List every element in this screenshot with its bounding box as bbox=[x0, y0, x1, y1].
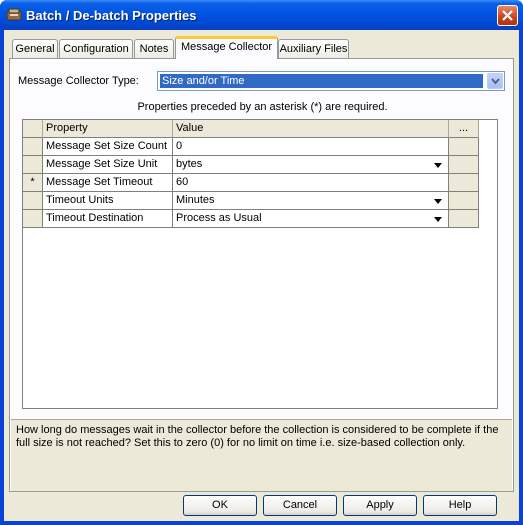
title-bar[interactable]: Batch / De-batch Properties bbox=[0, 0, 523, 30]
app-icon bbox=[6, 8, 22, 21]
row-value: Process as Usual bbox=[176, 212, 262, 224]
collector-type-select[interactable]: Size and/or Time bbox=[157, 71, 505, 91]
tab-general[interactable]: General bbox=[12, 39, 58, 58]
row-property: Message Set Size Unit bbox=[43, 156, 173, 174]
tab-general-label: General bbox=[15, 43, 55, 55]
tab-notes[interactable]: Notes bbox=[134, 39, 174, 58]
grid-header-more: ... bbox=[449, 120, 479, 138]
row-marker: * bbox=[23, 174, 43, 192]
row-more-cell[interactable] bbox=[449, 192, 479, 210]
tab-message-collector-label: Message Collector bbox=[180, 41, 273, 53]
window-title: Batch / De-batch Properties bbox=[26, 8, 197, 23]
chevron-down-icon[interactable] bbox=[431, 194, 445, 208]
row-marker bbox=[23, 138, 43, 156]
row-value: bytes bbox=[176, 158, 203, 170]
collector-type-label: Message Collector Type: bbox=[18, 75, 139, 87]
chevron-down-icon bbox=[491, 78, 500, 85]
row-more-cell[interactable] bbox=[449, 210, 479, 228]
property-grid: Property Value ... Message Set Size Coun… bbox=[22, 119, 498, 409]
row-more-cell[interactable] bbox=[449, 156, 479, 174]
row-marker bbox=[23, 210, 43, 228]
chevron-down-icon[interactable] bbox=[431, 158, 445, 172]
close-icon bbox=[502, 10, 513, 21]
grid-header-value: Value bbox=[173, 120, 449, 138]
close-button[interactable] bbox=[497, 5, 518, 26]
row-value: Minutes bbox=[176, 194, 215, 206]
row-value-select[interactable]: Minutes bbox=[173, 192, 449, 210]
tab-configuration-label: Configuration bbox=[63, 43, 129, 55]
row-more-cell[interactable] bbox=[449, 174, 479, 192]
row-value-select[interactable]: bytes bbox=[173, 156, 449, 174]
row-marker bbox=[23, 156, 43, 174]
cancel-button[interactable]: Cancel bbox=[263, 495, 337, 516]
apply-button[interactable]: Apply bbox=[343, 495, 417, 516]
combo-dropdown-button[interactable] bbox=[487, 73, 503, 89]
ok-button[interactable]: OK bbox=[183, 495, 257, 516]
tab-configuration[interactable]: Configuration bbox=[59, 39, 133, 58]
tab-auxiliary-files-label: Auxiliary Files bbox=[279, 43, 348, 55]
grid-header-marker bbox=[23, 120, 43, 138]
dialog-client: General Configuration Notes Message Coll… bbox=[4, 30, 519, 521]
grid-header-property: Property bbox=[43, 120, 173, 138]
required-note: Properties preceded by an asterisk (*) a… bbox=[137, 101, 388, 113]
row-marker bbox=[23, 192, 43, 210]
chevron-down-icon[interactable] bbox=[431, 212, 445, 226]
collector-type-value: Size and/or Time bbox=[160, 74, 483, 88]
tab-auxiliary-files[interactable]: Auxiliary Files bbox=[278, 39, 349, 58]
row-property: Timeout Destination bbox=[43, 210, 173, 228]
tab-notes-label: Notes bbox=[139, 43, 169, 55]
row-more-cell[interactable] bbox=[449, 138, 479, 156]
row-property: Timeout Units bbox=[43, 192, 173, 210]
row-property: Message Set Timeout bbox=[43, 174, 173, 192]
property-description: How long do messages wait in the collect… bbox=[11, 419, 512, 491]
help-button[interactable]: Help bbox=[423, 495, 497, 516]
row-value-select[interactable]: Process as Usual bbox=[173, 210, 449, 228]
tab-message-collector[interactable]: Message Collector bbox=[175, 36, 278, 59]
row-value-input[interactable]: 0 bbox=[173, 138, 449, 156]
row-value-input[interactable]: 60 bbox=[173, 174, 449, 192]
row-property: Message Set Size Count bbox=[43, 138, 173, 156]
tab-panel: Message Collector Type: Size and/or Time… bbox=[9, 58, 514, 492]
dialog-window: Batch / De-batch Properties General Conf… bbox=[0, 0, 523, 525]
